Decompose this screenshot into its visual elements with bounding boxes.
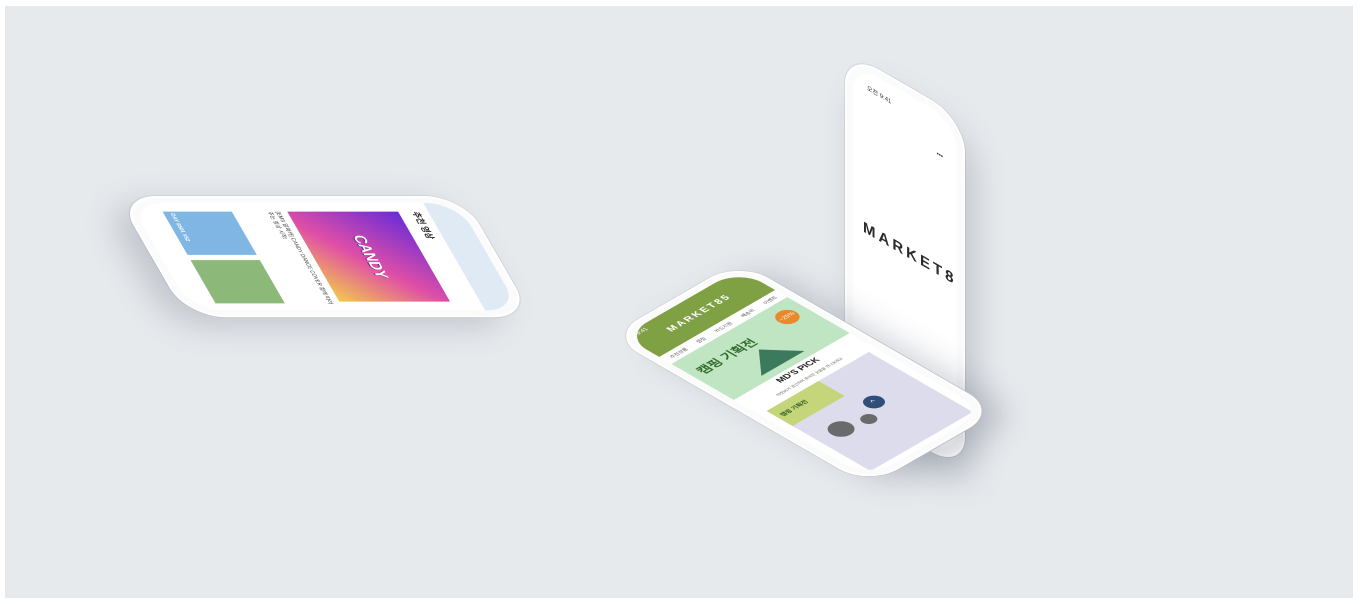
video-thumb-label: DAY 8501 #52 [168, 213, 192, 242]
video-thumbnail-text: CANDY [349, 235, 393, 279]
status-time: 오전 9:41 [867, 85, 892, 106]
video-thumb-small[interactable]: DAY 8501 #52 [162, 211, 257, 255]
product-image[interactable] [822, 418, 861, 440]
video-thumb-small[interactable] [190, 260, 285, 304]
status-indicators: ▪▪▪ [936, 150, 943, 161]
phone-video-feed: 추천 영상 CANDY [EMS 알파카] CANDY DANCE COVER … [116, 196, 533, 318]
mockup-background: 추천 영상 CANDY [EMS 알파카] CANDY DANCE COVER … [5, 6, 1353, 598]
discount-badge: ~25% [770, 307, 805, 327]
brand-logo: MARKET85 [863, 218, 957, 296]
video-feed-screen: 추천 영상 CANDY [EMS 알파카] CANDY DANCE COVER … [129, 202, 520, 311]
status-time: 9:41 [634, 327, 651, 336]
scroll-top-button[interactable]: ^ [858, 393, 890, 411]
product-image[interactable] [856, 412, 881, 426]
